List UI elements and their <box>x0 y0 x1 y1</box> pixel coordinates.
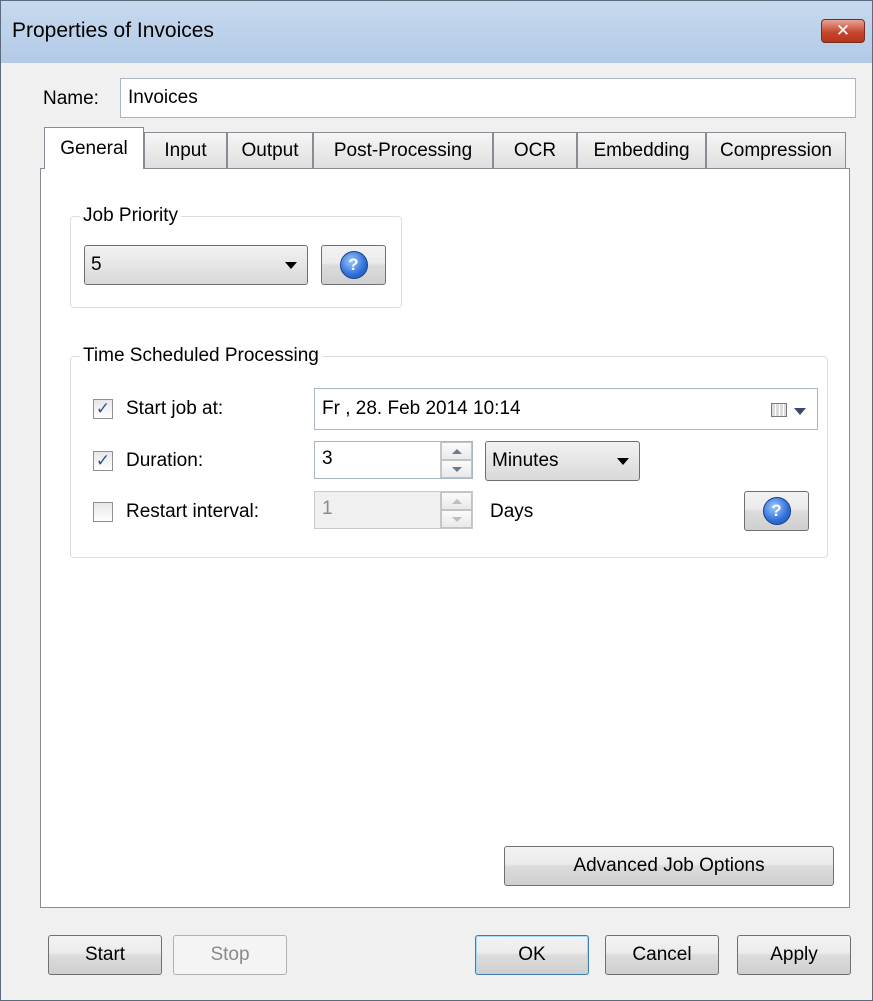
job-priority-help-button[interactable]: ? <box>321 245 386 285</box>
advanced-job-options-button[interactable]: Advanced Job Options <box>504 846 834 886</box>
duration-stepper[interactable]: 3 <box>314 441 473 479</box>
schedule-help-button[interactable]: ? <box>744 491 809 531</box>
duration-value: 3 <box>322 448 333 469</box>
tab-label: Compression <box>720 140 832 161</box>
advanced-job-options-label: Advanced Job Options <box>573 855 765 876</box>
start-button-label: Start <box>84 944 126 965</box>
duration-label: Duration: <box>126 450 204 471</box>
apply-button[interactable]: Apply <box>737 935 851 975</box>
help-icon: ? <box>339 251 368 279</box>
duration-spinner <box>440 442 472 478</box>
arrow-down-icon <box>451 516 462 522</box>
arrow-up-icon <box>451 498 462 504</box>
tab-post-processing[interactable]: Post-Processing <box>313 132 493 169</box>
cancel-button[interactable]: Cancel <box>605 935 719 975</box>
calendar-icon <box>771 403 787 417</box>
name-input[interactable]: Invoices <box>120 78 856 118</box>
ok-button[interactable]: OK <box>475 935 589 975</box>
duration-decrement-button[interactable] <box>441 460 472 478</box>
ok-button-label: OK <box>518 944 546 965</box>
duration-unit-value: Minutes <box>492 450 559 471</box>
general-tab-panel: Job Priority 5 ? Time Scheduled Processi… <box>40 168 850 908</box>
window-title: Properties of Invoices <box>12 19 214 42</box>
tab-label: Embedding <box>593 140 690 161</box>
start-button[interactable]: Start <box>48 935 162 975</box>
tab-compression[interactable]: Compression <box>706 132 846 169</box>
tab-label: General <box>60 137 128 159</box>
close-icon: ✕ <box>835 21 851 40</box>
tab-embedding[interactable]: Embedding <box>577 132 706 169</box>
tab-output[interactable]: Output <box>227 132 313 169</box>
restart-interval-spinner <box>440 492 472 528</box>
properties-dialog: Properties of Invoices ✕ Name: Invoices … <box>0 0 873 1001</box>
restart-interval-stepper[interactable]: 1 <box>314 491 473 529</box>
chevron-down-icon <box>794 408 806 415</box>
cancel-button-label: Cancel <box>632 944 692 965</box>
chevron-down-icon <box>617 458 629 465</box>
tab-label: Post-Processing <box>333 140 473 161</box>
duration-checkbox[interactable]: ✓ <box>93 451 113 471</box>
stop-button[interactable]: Stop <box>173 935 287 975</box>
job-priority-value: 5 <box>91 254 102 275</box>
restart-interval-checkbox[interactable] <box>93 502 113 522</box>
time-scheduled-group: Time Scheduled Processing ✓ Start job at… <box>70 345 828 558</box>
title-bar[interactable]: Properties of Invoices ✕ <box>1 1 872 63</box>
help-icon: ? <box>762 497 791 525</box>
job-priority-group: Job Priority 5 ? <box>70 205 402 308</box>
check-icon: ✓ <box>95 399 111 418</box>
duration-increment-button[interactable] <box>441 442 472 460</box>
tab-input[interactable]: Input <box>144 132 227 169</box>
stop-button-label: Stop <box>210 944 250 965</box>
close-button[interactable]: ✕ <box>821 19 865 43</box>
restart-decrement-button[interactable] <box>441 510 472 528</box>
restart-interval-label: Restart interval: <box>126 501 260 522</box>
arrow-down-icon <box>451 466 462 472</box>
start-job-datetime-picker[interactable]: Fr , 28. Feb 2014 10:14 <box>314 388 818 430</box>
tab-label: OCR <box>513 140 557 161</box>
restart-increment-button[interactable] <box>441 492 472 510</box>
restart-interval-value: 1 <box>322 498 333 519</box>
job-priority-legend: Job Priority <box>80 205 182 227</box>
arrow-up-icon <box>451 448 462 454</box>
start-job-datetime-value: Fr , 28. Feb 2014 10:14 <box>322 398 521 419</box>
start-job-checkbox[interactable]: ✓ <box>93 399 113 419</box>
name-input-value: Invoices <box>128 87 198 108</box>
check-icon: ✓ <box>95 451 111 470</box>
restart-interval-unit: Days <box>490 501 534 522</box>
name-label: Name: <box>43 88 99 109</box>
apply-button-label: Apply <box>770 944 818 965</box>
tab-label: Input <box>164 140 207 161</box>
time-scheduled-legend: Time Scheduled Processing <box>80 345 322 367</box>
tab-label: Output <box>241 140 299 161</box>
start-job-label: Start job at: <box>126 398 224 419</box>
chevron-down-icon <box>285 262 297 269</box>
tab-general[interactable]: General <box>44 127 144 169</box>
tab-ocr[interactable]: OCR <box>493 132 577 169</box>
job-priority-select[interactable]: 5 <box>84 245 308 285</box>
duration-unit-select[interactable]: Minutes <box>485 441 640 481</box>
